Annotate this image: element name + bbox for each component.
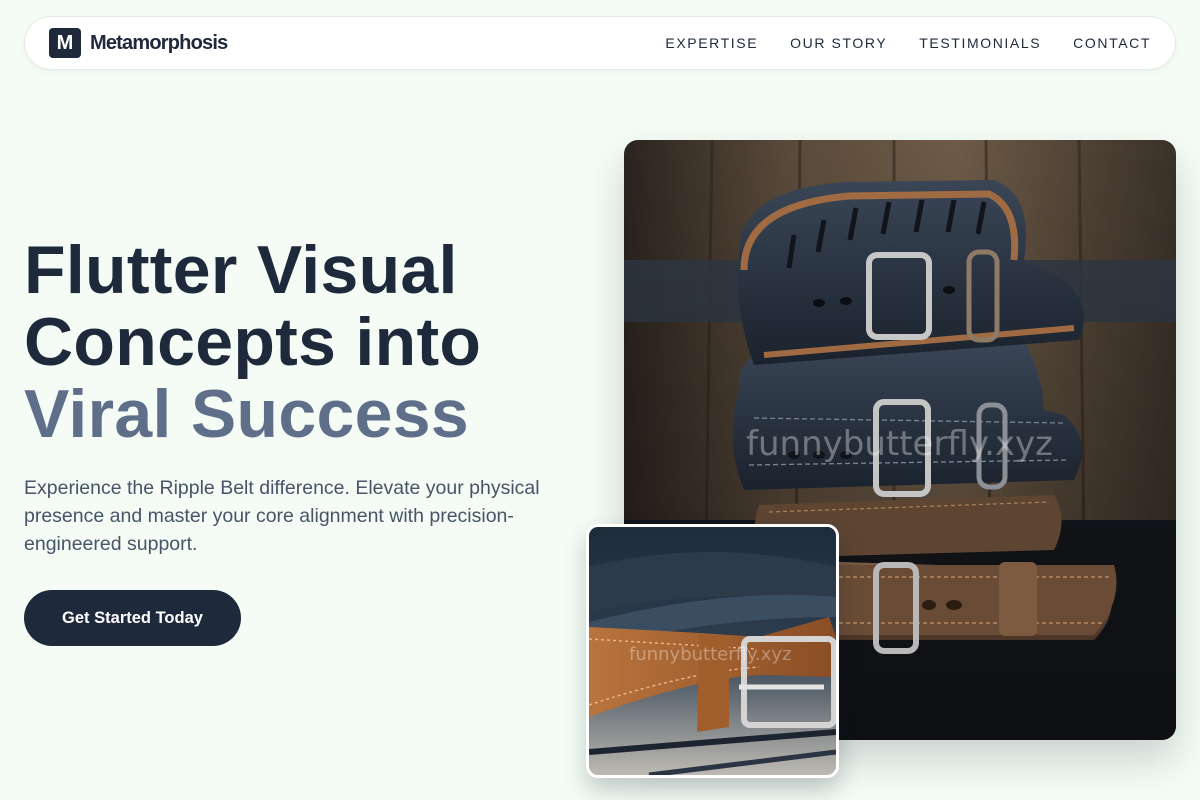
nav-link-expertise[interactable]: EXPERTISE — [665, 35, 758, 51]
hero-title-line-2: Concepts into — [24, 304, 482, 380]
nav-links: EXPERTISE OUR STORY TESTIMONIALS CONTACT — [665, 35, 1151, 51]
brown-belt-closeup-photo — [589, 527, 836, 775]
top-navbar: M Metamorphosis EXPERTISE OUR STORY TEST… — [24, 16, 1176, 70]
get-started-button[interactable]: Get Started Today — [24, 590, 241, 646]
hero-subtitle: Experience the Ripple Belt difference. E… — [24, 477, 540, 555]
hero-inset-image: funnybutterfly.xyz — [586, 524, 839, 778]
hero-title: Flutter Visual Concepts into Viral Succe… — [24, 234, 584, 450]
nav-link-contact[interactable]: CONTACT — [1073, 35, 1151, 51]
brand-mark-icon: M — [49, 28, 81, 58]
brand-logo-link[interactable]: M Metamorphosis — [49, 28, 228, 58]
hero-title-accent-line: Viral Success — [24, 376, 469, 452]
nav-link-testimonials[interactable]: TESTIMONIALS — [919, 35, 1041, 51]
hero-title-line-1: Flutter Visual — [24, 232, 458, 308]
nav-link-our-story[interactable]: OUR STORY — [790, 35, 887, 51]
brand-name: Metamorphosis — [90, 31, 228, 54]
